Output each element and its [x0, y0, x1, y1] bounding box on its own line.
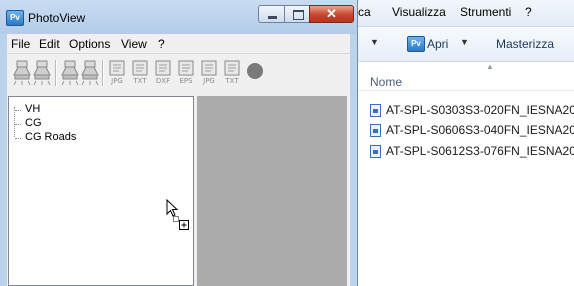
menu-file[interactable]: File — [11, 37, 30, 51]
burn-button[interactable]: Masterizza — [496, 37, 554, 51]
photometry-tree[interactable]: VH CG CG Roads — [8, 96, 194, 286]
file-name: AT-SPL-S0606S3-040FN_IESNA2002. — [386, 123, 574, 137]
report-jpg-button[interactable]: JPG — [199, 59, 219, 87]
ies-file-icon — [370, 104, 381, 117]
photoview-app-icon: Pv — [407, 36, 425, 52]
app-icon[interactable]: Pv — [6, 10, 24, 26]
maximize-icon — [293, 10, 304, 20]
file-explorer-window: odifica Visualizza Strumenti ? ▼ Pv Apri… — [330, 0, 574, 286]
menu-edit[interactable]: Edit — [39, 37, 60, 51]
toolbar-separator — [55, 60, 57, 86]
open-photometry-3-button[interactable] — [60, 59, 80, 87]
file-name: AT-SPL-S0612S3-076FN_IESNA2002. — [386, 144, 574, 158]
tree-connector — [15, 138, 21, 139]
maximize-button[interactable] — [284, 5, 310, 23]
open-with-dropdown-icon[interactable]: ▼ — [460, 37, 469, 47]
explorer-menu-visualizza[interactable]: Visualizza — [392, 5, 446, 19]
toolbar-button-label: TXT — [225, 77, 239, 85]
file-name: AT-SPL-S0303S3-020FN_IESNA2002. — [386, 103, 574, 117]
report-txt-button[interactable]: TXT — [222, 59, 242, 87]
minimize-icon — [268, 16, 277, 19]
luminaire-icon — [61, 60, 79, 86]
open-photometry-4-button[interactable] — [80, 59, 100, 87]
export-eps-button[interactable]: EPS — [176, 59, 196, 87]
open-photometry-2-button[interactable] — [32, 59, 52, 87]
tree-connector — [15, 124, 21, 125]
file-list-item[interactable]: AT-SPL-S0612S3-076FN_IESNA2002. — [370, 142, 574, 162]
column-header-row: ▲ Nome — [330, 62, 574, 91]
explorer-toolbar: ▼ Pv Apri ▼ Masterizza — [330, 27, 574, 62]
toolbar-button-label: TXT — [133, 77, 147, 85]
luminaire-icon — [13, 60, 31, 86]
menu-view[interactable]: View — [121, 37, 147, 51]
ies-file-icon — [370, 145, 381, 158]
toolbar-button-label: JPG — [111, 77, 123, 85]
toolbar-button-label: DXF — [155, 77, 171, 85]
column-header-name[interactable]: Nome — [370, 75, 402, 89]
file-list-item[interactable]: AT-SPL-S0606S3-040FN_IESNA2002. — [370, 121, 574, 141]
toolbar: JPG TXT DXF EPS JPG TXT — [7, 53, 350, 94]
drag-copy-cursor-icon — [166, 199, 189, 230]
close-icon: ✕ — [326, 6, 337, 21]
menu-bar: File Edit Options View ? — [7, 34, 350, 53]
export-txt-button[interactable]: TXT — [130, 59, 150, 87]
toolbar-separator — [102, 60, 104, 86]
tree-item-label: VH — [25, 103, 41, 115]
ies-file-icon — [370, 124, 381, 137]
client-area: VH CG CG Roads — [7, 93, 350, 286]
photoview-window: Pv PhotoView ✕ File Edit Options View ? … — [0, 0, 358, 286]
tree-item-label: CG Roads — [25, 131, 77, 143]
export-dxf-button[interactable]: DXF — [153, 59, 173, 87]
minimize-button[interactable] — [258, 5, 285, 23]
window-title: PhotoView — [28, 11, 86, 25]
menu-help[interactable]: ? — [158, 37, 165, 51]
preview-panel[interactable] — [197, 96, 347, 286]
open-with-button[interactable]: Apri — [427, 37, 448, 51]
tree-connector — [14, 107, 15, 137]
menu-options[interactable]: Options — [69, 37, 110, 51]
explorer-menubar: odifica Visualizza Strumenti ? — [330, 0, 574, 27]
export-jpg-button[interactable]: JPG — [107, 59, 127, 87]
sort-ascending-icon: ▲ — [486, 62, 494, 71]
explorer-menu-strumenti[interactable]: Strumenti — [460, 5, 511, 19]
tree-connector — [15, 110, 21, 111]
explorer-menu-help[interactable]: ? — [525, 5, 532, 19]
open-photometry-1-button[interactable] — [12, 59, 32, 87]
close-button[interactable]: ✕ — [309, 5, 354, 23]
title-bar[interactable]: Pv PhotoView ✕ — [0, 0, 357, 34]
toolbar-button-label: JPG — [203, 77, 215, 85]
luminaire-icon — [33, 60, 51, 86]
dropdown-arrow-icon[interactable]: ▼ — [370, 37, 379, 47]
luminaire-icon — [81, 60, 99, 86]
export-file-icon — [247, 63, 263, 79]
toolbar-button-label: EPS — [179, 77, 193, 85]
export-st-button[interactable] — [245, 59, 265, 87]
file-list-item[interactable]: AT-SPL-S0303S3-020FN_IESNA2002. — [370, 101, 574, 121]
tree-item-label: CG — [25, 117, 42, 129]
